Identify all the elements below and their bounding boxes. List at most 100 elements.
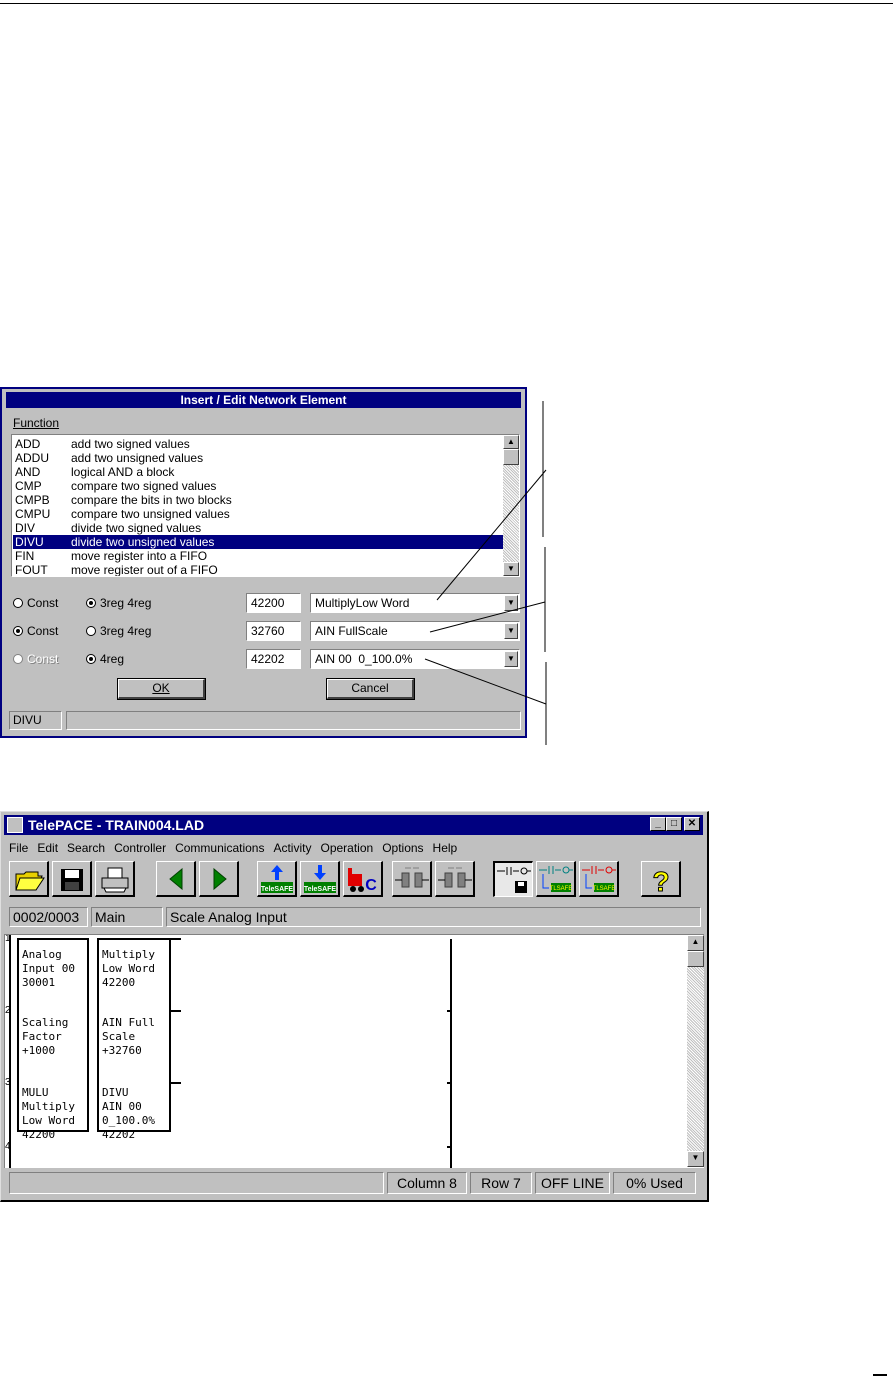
function-list-item[interactable]: FIN move register into a FIFO xyxy=(13,549,505,563)
operand2-address-input[interactable]: 32760 xyxy=(246,621,301,641)
next-arrow-icon[interactable] xyxy=(199,861,239,897)
menu-operation[interactable]: Operation xyxy=(320,841,373,855)
write-telesafe-icon[interactable]: TeleSAFE xyxy=(257,861,297,897)
dropdown-arrow-icon[interactable]: ▼ xyxy=(504,595,518,611)
toolbar: TeleSAFE TeleSAFE C TLSAFE TLSAFE ? xyxy=(9,861,704,901)
function-list-item[interactable]: DIV divide two signed values xyxy=(13,521,505,535)
operand2-tag-value: AIN FullScale xyxy=(315,624,388,638)
radio-selected-icon xyxy=(13,626,23,636)
function-code: DIV xyxy=(15,521,36,535)
function-code: ADD xyxy=(15,437,41,451)
operand1-const-radio[interactable]: Const xyxy=(13,596,58,610)
scroll-down-arrow-icon[interactable]: ▼ xyxy=(503,562,519,576)
svg-text:?: ? xyxy=(652,866,669,896)
scroll-thumb[interactable] xyxy=(503,449,519,465)
function-description: add two unsigned values xyxy=(71,451,204,465)
operand2-tag-combobox[interactable]: AIN FullScale ▼ xyxy=(310,621,520,641)
row-number: 4 xyxy=(5,1141,11,1152)
status-column: Column 8 xyxy=(387,1172,467,1194)
menu-edit[interactable]: Edit xyxy=(37,841,58,855)
scroll-up-arrow-icon[interactable]: ▲ xyxy=(503,435,519,449)
c-program-loader-icon[interactable]: C xyxy=(343,861,383,897)
scroll-down-arrow-icon[interactable]: ▼ xyxy=(687,1151,704,1167)
program-name: Main xyxy=(91,907,163,927)
menu-communications[interactable]: Communications xyxy=(175,841,264,855)
operand3-address-input[interactable]: 42202 xyxy=(246,649,301,669)
function-list-item[interactable]: CMPU compare two unsigned values xyxy=(13,507,505,521)
function-description: compare two signed values xyxy=(71,479,217,493)
dialog-status-bar: DIVU xyxy=(9,711,521,730)
close-icon[interactable]: ✕ xyxy=(684,817,700,831)
menu-help[interactable]: Help xyxy=(433,841,458,855)
operand1-tag-combobox[interactable]: MultiplyLow Word ▼ xyxy=(310,593,520,613)
save-disk-icon[interactable] xyxy=(52,861,92,897)
menu-search[interactable]: Search xyxy=(67,841,105,855)
function-description: compare two unsigned values xyxy=(71,507,230,521)
ladder-cell[interactable]: Scaling Factor +1000 xyxy=(22,1016,68,1058)
function-code: AND xyxy=(15,465,41,479)
menu-options[interactable]: Options xyxy=(382,841,423,855)
menu-bar: File Edit Search Controller Communications Ac… xyxy=(9,841,466,857)
scroll-thumb[interactable] xyxy=(687,951,704,967)
insert-element-icon[interactable] xyxy=(392,861,432,897)
operand3-reg-radio[interactable]: 4reg xyxy=(86,652,124,666)
operand2-const-radio[interactable]: Const xyxy=(13,624,58,638)
radio-selected-icon xyxy=(86,654,96,664)
operand2-reg-radio[interactable]: 3reg 4reg xyxy=(86,624,151,638)
ladder-to-controller-icon[interactable]: TLSAFE xyxy=(536,861,576,897)
function-list-item[interactable]: CMP compare two signed values xyxy=(13,479,505,493)
function-list-item[interactable]: CMPB compare the bits in two blocks xyxy=(13,493,505,507)
delete-element-icon[interactable] xyxy=(435,861,475,897)
cancel-button[interactable]: Cancel xyxy=(326,678,415,700)
function-code: DIVU xyxy=(15,535,44,549)
operand3-const-radio: Const xyxy=(13,652,58,666)
dropdown-arrow-icon[interactable]: ▼ xyxy=(504,651,518,667)
dialog-status-function: DIVU xyxy=(9,711,62,730)
ladder-cell[interactable]: MULU Multiply Low Word 42200 xyxy=(22,1086,75,1142)
app-icon[interactable] xyxy=(7,817,23,833)
menu-activity[interactable]: Activity xyxy=(273,841,311,855)
ok-button[interactable]: OK xyxy=(117,678,206,700)
function-list-item[interactable]: DIVU divide two unsigned values xyxy=(13,535,505,549)
ladder-cell[interactable]: AIN Full Scale +32760 xyxy=(102,1016,155,1058)
function-code: ADDU xyxy=(15,451,50,465)
window-title: TelePACE - TRAIN004.LAD xyxy=(28,817,205,833)
network-title: Scale Analog Input xyxy=(166,907,701,927)
page-corner-mark xyxy=(873,1374,887,1376)
ladder-cell[interactable]: Multiply Low Word 42200 xyxy=(102,948,155,990)
ok-button-label: OK xyxy=(152,681,170,695)
scroll-up-arrow-icon[interactable]: ▲ xyxy=(687,935,704,951)
row-number: 1 xyxy=(5,934,11,944)
ladder-cell[interactable]: Analog Input 00 30001 xyxy=(22,948,75,990)
maximize-icon[interactable]: □ xyxy=(666,817,682,831)
ladder-cell[interactable]: DIVU AIN 00 0_100.0% 42202 xyxy=(102,1086,155,1142)
dropdown-arrow-icon[interactable]: ▼ xyxy=(504,623,518,639)
open-folder-icon[interactable] xyxy=(9,861,49,897)
function-listbox[interactable]: ADD add two signed values ADDU add two unsi… xyxy=(11,434,520,577)
function-list-item[interactable]: ADD add two signed values xyxy=(13,437,505,451)
operand1-reg-label: 3reg 4reg xyxy=(100,596,152,610)
menu-controller[interactable]: Controller xyxy=(114,841,166,855)
function-list-item[interactable]: AND logical AND a block xyxy=(13,465,505,479)
previous-arrow-icon[interactable] xyxy=(156,861,196,897)
operand2-const-label: Const xyxy=(27,624,59,638)
print-icon[interactable] xyxy=(95,861,135,897)
operand3-tag-combobox[interactable]: AIN 00 0_100.0% ▼ xyxy=(310,649,520,669)
menu-file[interactable]: File xyxy=(9,841,28,855)
function-list-item[interactable]: ADDU add two unsigned values xyxy=(13,451,505,465)
operand1-address-input[interactable]: 42200 xyxy=(246,593,301,613)
function-code: CMPU xyxy=(15,507,51,521)
function-list-item[interactable]: FOUT move register out of a FIFO xyxy=(13,563,505,576)
ladder-editor-icon[interactable] xyxy=(493,861,533,897)
ladder-from-controller-icon[interactable]: TLSAFE xyxy=(579,861,619,897)
operand1-reg-radio[interactable]: 3reg 4reg xyxy=(86,596,151,610)
ladder-canvas[interactable]: 1 2 3 4 Analog Input 00 30001 Scaling Fa… xyxy=(4,934,704,1168)
read-telesafe-icon[interactable]: TeleSAFE xyxy=(300,861,340,897)
c-label: C xyxy=(365,877,377,894)
minimize-icon[interactable]: _ xyxy=(650,817,666,831)
function-list-scrollbar[interactable]: ▲ ▼ xyxy=(503,435,519,576)
telesafe-label: TeleSAFE xyxy=(261,886,293,893)
canvas-scrollbar[interactable]: ▲ ▼ xyxy=(687,935,704,1167)
function-description: compare the bits in two blocks xyxy=(71,493,232,507)
help-question-icon[interactable]: ? xyxy=(641,861,681,897)
